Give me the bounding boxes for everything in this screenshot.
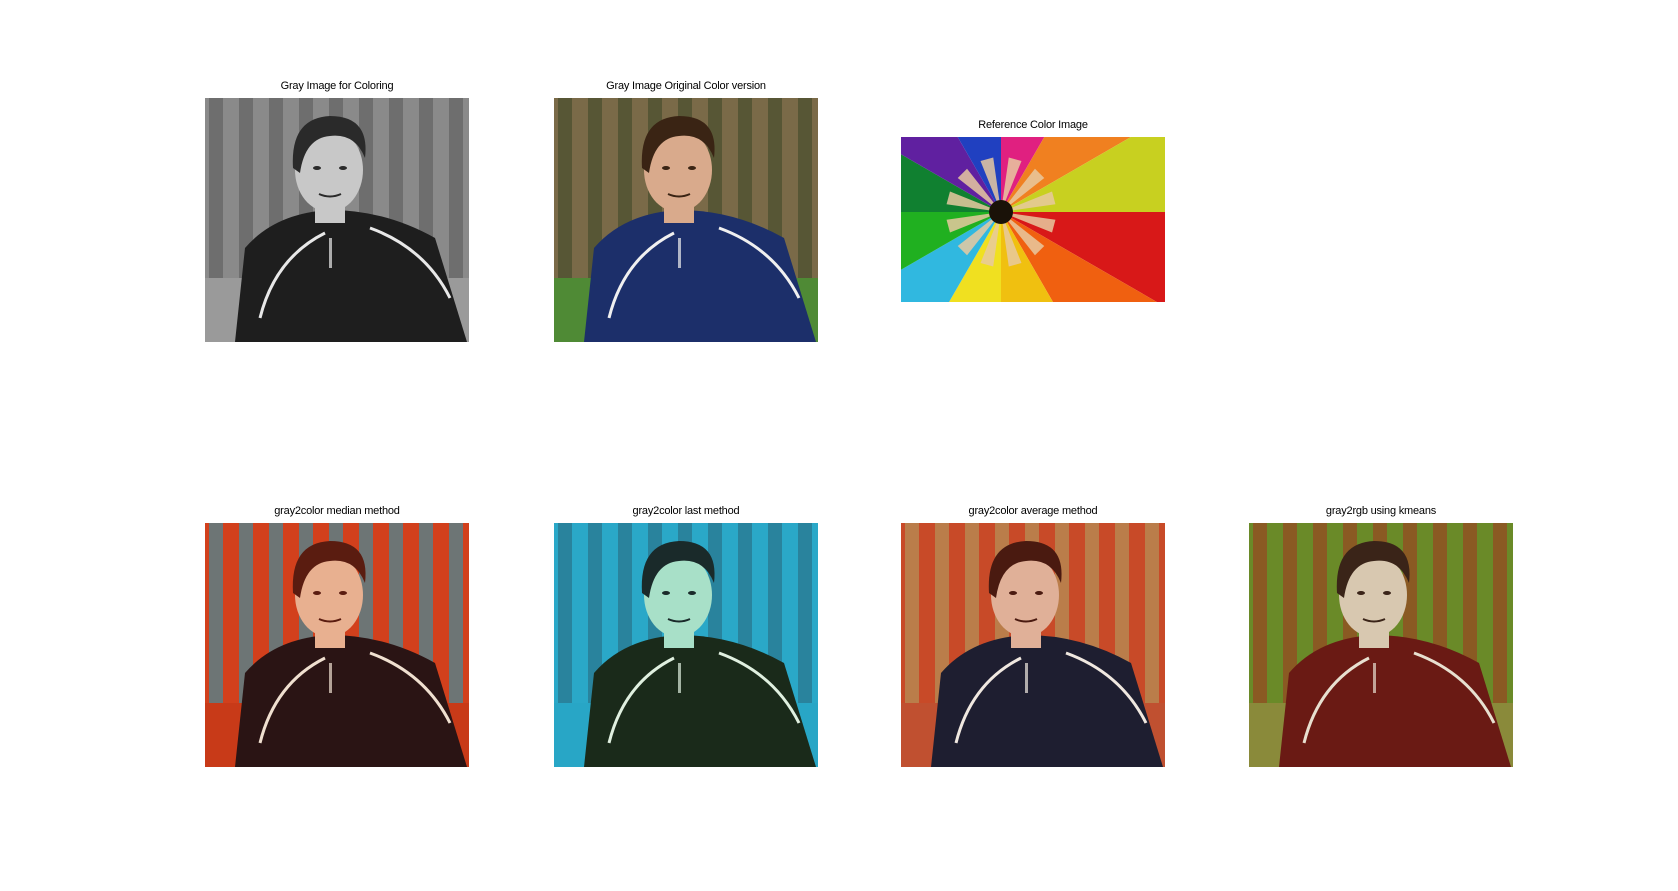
panel-title: gray2rgb using kmeans (1325, 505, 1437, 517)
kmeans-portrait-image (1249, 523, 1513, 767)
gray-portrait-image (205, 98, 469, 342)
panel-title: gray2color average method (968, 505, 1098, 517)
average-method-portrait-image (901, 523, 1165, 767)
median-method-portrait-image (205, 523, 469, 767)
panel-title: Gray Image Original Color version (606, 80, 766, 92)
panel-kmeans: gray2rgb using kmeans (1249, 504, 1513, 767)
panel-last-method: gray2color last method (554, 504, 818, 767)
reference-pencils-image (901, 137, 1165, 302)
original-color-portrait-image (554, 98, 818, 342)
panel-title: gray2color median method (274, 505, 400, 517)
panel-average-method: gray2color average method (901, 504, 1165, 767)
panel-title: gray2color last method (632, 505, 740, 517)
panel-original-color: Gray Image Original Color version (554, 79, 818, 342)
panel-title: Reference Color Image (978, 119, 1088, 131)
panel-gray-image: Gray Image for Coloring (205, 79, 469, 342)
panel-title: Gray Image for Coloring (280, 80, 394, 92)
panel-median-method: gray2color median method (205, 504, 469, 767)
last-method-portrait-image (554, 523, 818, 767)
panel-reference-color: Reference Color Image (901, 118, 1165, 302)
